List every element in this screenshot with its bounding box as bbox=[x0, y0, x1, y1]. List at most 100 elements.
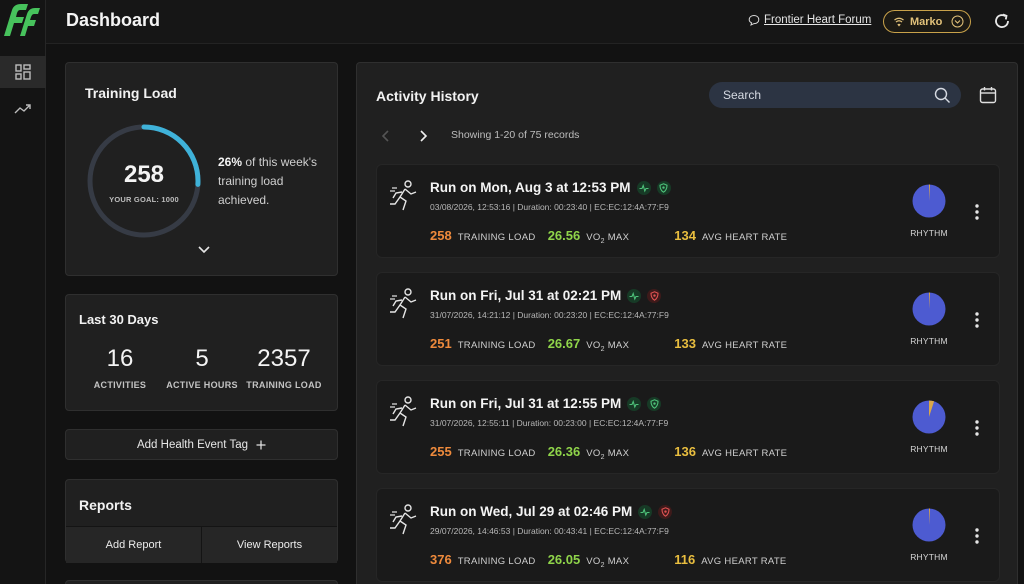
shield-icon bbox=[650, 398, 659, 409]
training-load-summary: 26% of this week's training load achieve… bbox=[218, 153, 328, 210]
rhythm-indicator[interactable]: RHYTHM bbox=[909, 399, 949, 454]
add-health-event-tag-label: Add Health Event Tag bbox=[136, 438, 249, 451]
last-30-days-title: Last 30 Days bbox=[79, 312, 159, 327]
forum-link[interactable]: Frontier Heart Forum bbox=[748, 14, 871, 26]
rhythm-label: RHYTHM bbox=[910, 336, 948, 346]
rhythm-pie bbox=[912, 184, 946, 218]
top-bar: Dashboard Frontier Heart Forum Marko bbox=[46, 0, 1024, 44]
nav-rail bbox=[0, 0, 46, 584]
stat-label: ACTIVITIES bbox=[93, 380, 147, 390]
activity-row[interactable]: Run on Fri, Jul 31 at 02:21 PM 31/07/2026… bbox=[376, 272, 1000, 366]
training-load-metric-label: TRAINING LOAD bbox=[457, 340, 536, 351]
heartbeat-icon bbox=[629, 291, 639, 301]
status-badge bbox=[656, 180, 671, 195]
plus-icon bbox=[256, 440, 266, 449]
vo2max-metric-value: 26.05 bbox=[547, 552, 581, 567]
activity-history-panel: Activity History Search Showing 1-20 of … bbox=[356, 62, 1018, 584]
more-vertical-icon bbox=[975, 528, 979, 544]
vo2-label-suffix: MAX bbox=[604, 448, 630, 459]
heart-signal-badge bbox=[636, 180, 651, 195]
next-page-button[interactable] bbox=[417, 129, 429, 148]
heart-rate-metric-label: AVG HEART RATE bbox=[701, 448, 788, 459]
trend-chart-icon bbox=[14, 104, 31, 114]
activity-more-button[interactable] bbox=[974, 203, 980, 226]
training-load-goal: YOUR GOAL: 1000 bbox=[109, 195, 179, 204]
activity-title-row: Run on Fri, Jul 31 at 12:55 PM bbox=[430, 396, 662, 411]
vo2-label-prefix: VO bbox=[586, 448, 601, 459]
heart-rate-metric-label: AVG HEART RATE bbox=[701, 340, 788, 351]
activity-meta: 03/08/2026, 12:53:16 | Duration: 00:23:4… bbox=[430, 202, 669, 212]
rhythm-label: RHYTHM bbox=[910, 444, 948, 454]
refresh-icon bbox=[995, 13, 1009, 28]
activity-type bbox=[389, 179, 419, 218]
activity-row[interactable]: Run on Wed, Jul 29 at 02:46 PM 29/07/2026… bbox=[376, 488, 1000, 582]
runner-icon bbox=[390, 504, 417, 535]
stat-training-load: 2357 TRAINING LOAD bbox=[242, 345, 326, 390]
status-badge bbox=[647, 396, 662, 411]
training-load-metric-value: 251 bbox=[430, 336, 452, 351]
activity-metrics: 255 TRAINING LOAD 26.36 VO2 MAX 136 AVG HEART… bbox=[430, 444, 787, 461]
chat-bubble-icon bbox=[748, 14, 760, 26]
reports-card: Reports Add Report View Reports bbox=[65, 479, 338, 563]
training-load-card: Training Load 258 YOUR GOAL: 1000 26% of… bbox=[65, 62, 338, 276]
refresh-button[interactable] bbox=[992, 11, 1012, 36]
view-reports-button[interactable]: View Reports bbox=[201, 527, 337, 563]
rhythm-indicator[interactable]: RHYTHM bbox=[909, 507, 949, 562]
add-report-button[interactable]: Add Report bbox=[66, 527, 201, 563]
rhythm-indicator[interactable]: RHYTHM bbox=[909, 291, 949, 346]
activity-more-button[interactable] bbox=[974, 311, 980, 334]
activity-title: Run on Fri, Jul 31 at 12:55 PM bbox=[430, 396, 622, 411]
activity-title: Run on Mon, Aug 3 at 12:53 PM bbox=[430, 180, 631, 195]
training-load-metric-label: TRAINING LOAD bbox=[457, 448, 536, 459]
training-load-metric-label: TRAINING LOAD bbox=[457, 556, 536, 567]
stat-activities: 16 ACTIVITIES bbox=[80, 345, 160, 390]
vo2-label-suffix: MAX bbox=[604, 556, 630, 567]
last-30-days-card: Last 30 Days 16 ACTIVITIES 5 ACTIVE HOUR… bbox=[65, 294, 338, 411]
activity-more-button[interactable] bbox=[974, 419, 980, 442]
search-input[interactable]: Search bbox=[709, 82, 961, 108]
activity-history-title: Activity History bbox=[376, 88, 479, 104]
rhythm-pie bbox=[912, 292, 946, 326]
activity-title-row: Run on Wed, Jul 29 at 02:46 PM bbox=[430, 504, 673, 519]
stat-active-hours: 5 ACTIVE HOURS bbox=[160, 345, 244, 390]
stat-label: ACTIVE HOURS bbox=[166, 380, 238, 390]
vo2max-metric-value: 26.56 bbox=[547, 228, 581, 243]
user-menu-button[interactable]: Marko bbox=[883, 10, 971, 33]
activity-row[interactable]: Run on Fri, Jul 31 at 12:55 PM 31/07/2026… bbox=[376, 380, 1000, 474]
vo2max-metric-label: VO2 MAX bbox=[586, 556, 674, 569]
vo2max-metric-label: VO2 MAX bbox=[586, 232, 674, 245]
dashboard-grid-icon bbox=[15, 64, 31, 80]
runner-icon bbox=[390, 396, 417, 427]
stat-value: 16 bbox=[106, 345, 134, 372]
chevron-left-icon bbox=[381, 130, 389, 142]
heart-signal-badge bbox=[627, 396, 642, 411]
previous-page-button[interactable] bbox=[380, 129, 392, 148]
chevron-down-icon bbox=[951, 15, 964, 28]
search-icon bbox=[934, 87, 950, 103]
activity-row[interactable]: Run on Mon, Aug 3 at 12:53 PM 03/08/2026,… bbox=[376, 164, 1000, 258]
heart-wifi-icon bbox=[894, 17, 904, 26]
more-vertical-icon bbox=[975, 420, 979, 436]
activity-metrics: 251 TRAINING LOAD 26.67 VO2 MAX 133 AVG HEART… bbox=[430, 336, 787, 353]
training-load-metric-value: 255 bbox=[430, 444, 452, 459]
heart-rate-metric-value: 136 bbox=[674, 444, 696, 459]
heart-rate-metric-value: 134 bbox=[674, 228, 696, 243]
stat-label: TRAINING LOAD bbox=[246, 380, 322, 390]
nav-dashboard[interactable] bbox=[0, 56, 46, 88]
add-health-event-tag-button[interactable]: Add Health Event Tag bbox=[65, 429, 338, 460]
expand-button[interactable] bbox=[196, 243, 212, 262]
activity-more-button[interactable] bbox=[974, 527, 980, 550]
calendar-button[interactable] bbox=[979, 86, 997, 109]
chevron-right-icon bbox=[420, 130, 428, 142]
rhythm-label: RHYTHM bbox=[910, 228, 948, 238]
vo2max-metric-label: VO2 MAX bbox=[586, 448, 674, 461]
next-card bbox=[65, 580, 338, 584]
brand-logo[interactable] bbox=[0, 0, 46, 44]
activity-type bbox=[389, 395, 419, 434]
activity-meta: 31/07/2026, 12:55:11 | Duration: 00:23:0… bbox=[430, 418, 669, 428]
rhythm-indicator[interactable]: RHYTHM bbox=[909, 183, 949, 238]
nav-trends[interactable] bbox=[0, 93, 46, 125]
activity-type bbox=[389, 503, 419, 542]
vo2max-metric-value: 26.36 bbox=[547, 444, 581, 459]
vo2max-metric-label: VO2 MAX bbox=[586, 340, 674, 353]
